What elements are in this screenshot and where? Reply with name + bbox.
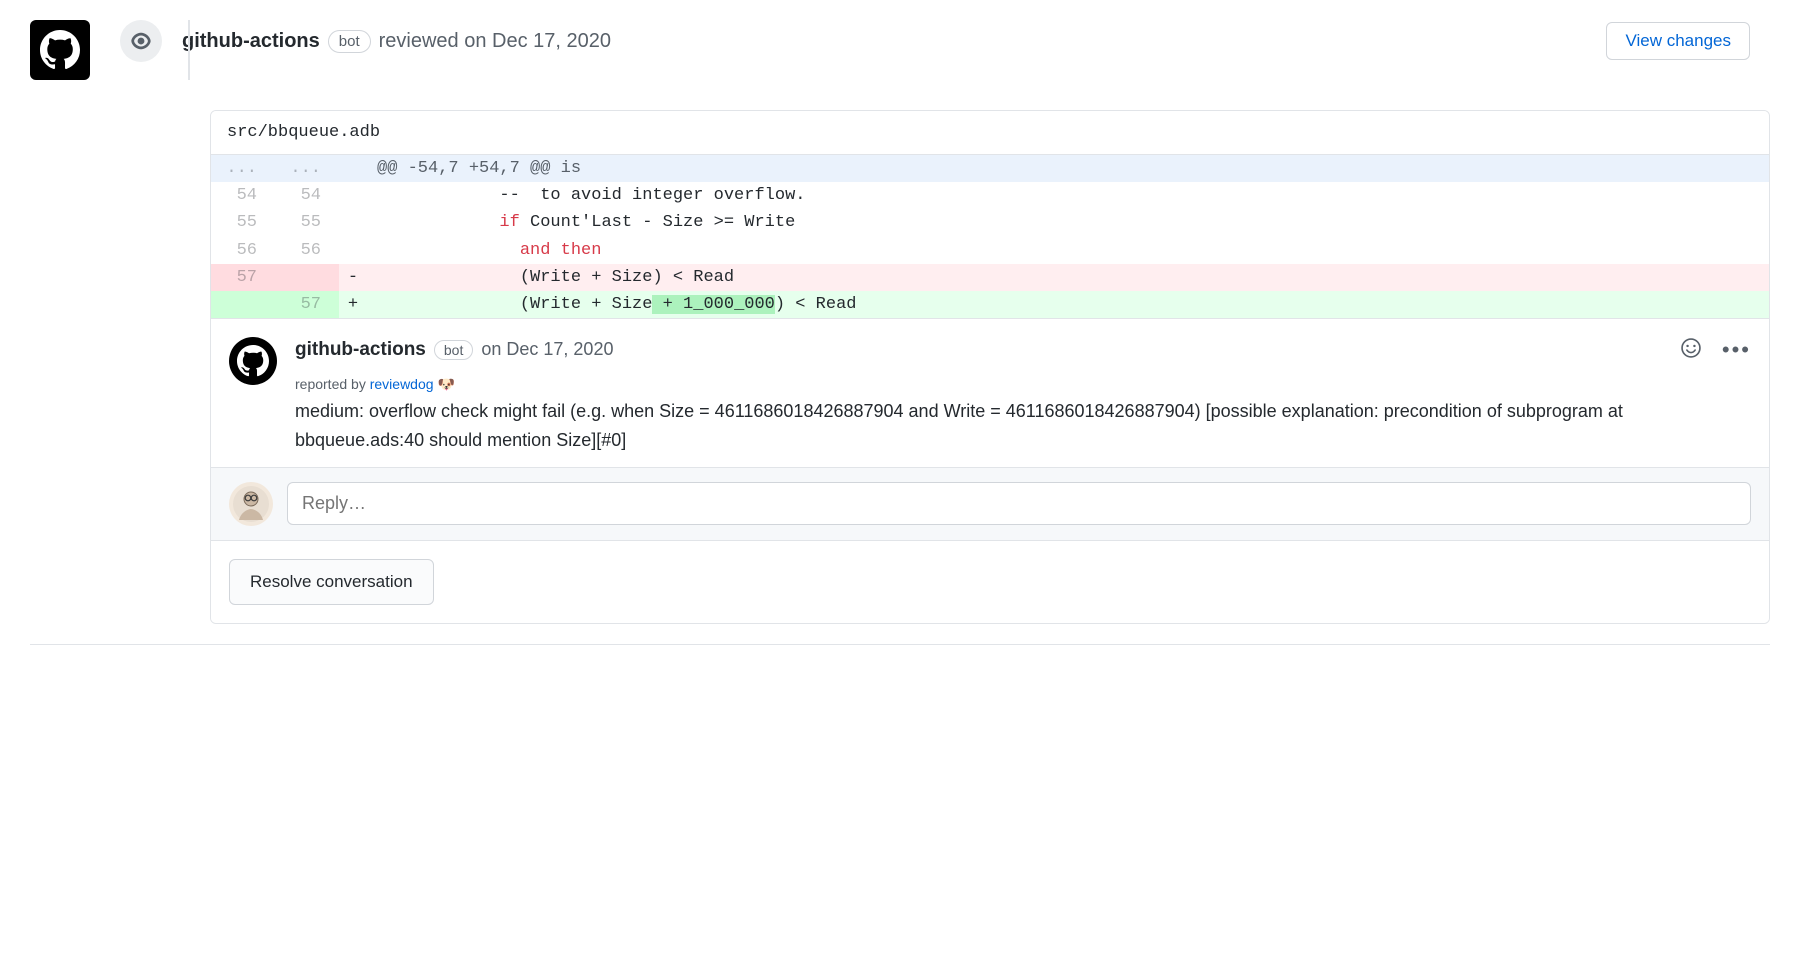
comment-date: on Dec 17, 2020 <box>481 339 613 360</box>
diff-code: (Write + Size + 1_000_000) < Read <box>367 291 1769 318</box>
eye-icon <box>130 30 152 52</box>
diff-code: if Count'Last - Size >= Write <box>367 209 1769 236</box>
review-author-link[interactable]: github-actions <box>182 30 320 53</box>
diff-row[interactable]: 5656 and then <box>211 237 1769 264</box>
review-comment: github-actions bot on Dec 17, 2020 ••• <box>211 318 1769 467</box>
bot-badge: bot <box>328 30 371 53</box>
reply-block <box>211 467 1769 540</box>
github-icon <box>237 345 269 377</box>
reviewdog-link[interactable]: reviewdog <box>370 376 434 392</box>
comment-menu-button[interactable]: ••• <box>1722 339 1751 361</box>
diff-row[interactable]: 5555 if Count'Last - Size >= Write <box>211 209 1769 236</box>
review-actor-avatar[interactable] <box>30 20 90 80</box>
diff-table: ......@@ -54,7 +54,7 @@ is5454 -- to avo… <box>211 155 1769 318</box>
diff-row[interactable]: 57- (Write + Size) < Read <box>211 264 1769 291</box>
diff-row[interactable]: 5454 -- to avoid integer overflow. <box>211 182 1769 209</box>
kebab-icon: ••• <box>1722 337 1751 362</box>
current-user-avatar[interactable] <box>229 482 273 526</box>
comment-author-link[interactable]: github-actions <box>295 339 426 361</box>
comment-avatar[interactable] <box>229 337 277 385</box>
timeline-divider <box>30 644 1770 645</box>
diff-code: and then <box>367 237 1769 264</box>
diff-code: -- to avoid integer overflow. <box>367 182 1769 209</box>
review-status-icon-badge <box>120 20 162 62</box>
smiley-icon <box>1680 337 1702 359</box>
comment-body-text: medium: overflow check might fail (e.g. … <box>295 397 1751 455</box>
file-path[interactable]: src/bbqueue.adb <box>211 111 1769 155</box>
hunk-header-text: @@ -54,7 +54,7 @@ is <box>367 155 1769 182</box>
diff-hunk-header: ......@@ -54,7 +54,7 @@ is <box>211 155 1769 182</box>
add-reaction-button[interactable] <box>1680 337 1702 362</box>
diff-code: (Write + Size) < Read <box>367 264 1769 291</box>
view-changes-button[interactable]: View changes <box>1606 22 1750 60</box>
reported-by-line: reported by reviewdog 🐶 <box>295 376 1751 393</box>
timeline-line <box>188 20 190 80</box>
dog-emoji-icon: 🐶 <box>437 376 454 392</box>
comment-bot-badge: bot <box>434 340 473 360</box>
diff-row[interactable]: 57+ (Write + Size + 1_000_000) < Read <box>211 291 1769 318</box>
review-action-text: reviewed on Dec 17, 2020 <box>379 30 611 53</box>
github-icon <box>40 30 80 70</box>
review-card: src/bbqueue.adb ......@@ -54,7 +54,7 @@ … <box>210 110 1770 624</box>
resolve-conversation-button[interactable]: Resolve conversation <box>229 559 434 605</box>
avatar-icon <box>233 486 269 522</box>
reply-input[interactable] <box>287 482 1751 525</box>
